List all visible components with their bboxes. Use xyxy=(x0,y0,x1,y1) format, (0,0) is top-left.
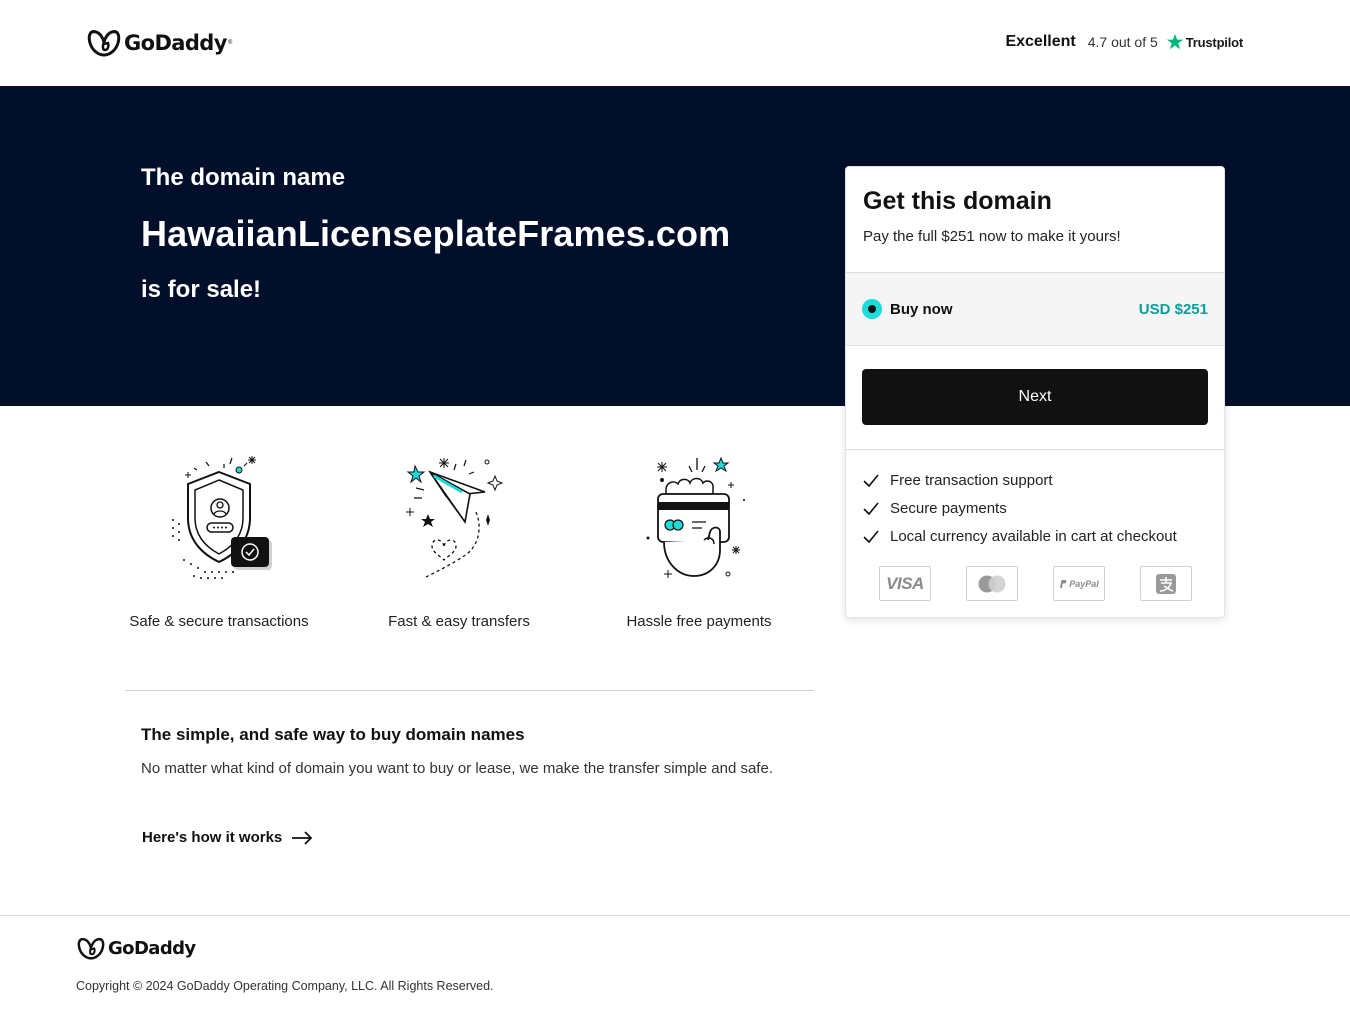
rating-word: Excellent xyxy=(1005,33,1076,50)
alipay-icon xyxy=(1140,566,1192,601)
feature-text: Free transaction support xyxy=(890,472,1053,489)
how-it-works-label: Here's how it works xyxy=(142,829,283,846)
purchase-card: Get this domain Pay the full $251 now to… xyxy=(845,166,1225,618)
paper-plane-icon xyxy=(406,458,504,579)
check-icon xyxy=(863,501,879,515)
payment-methods: VISA PayPal xyxy=(879,566,1192,601)
arrow-right-icon xyxy=(292,830,313,845)
feature-hassle-free: Hassle free payments xyxy=(599,450,799,630)
domain-name-heading: HawaiianLicenseplateFrames.com xyxy=(141,213,731,254)
feature-item: Local currency available in cart at chec… xyxy=(863,528,1177,545)
copyright-text: Copyright © 2024 GoDaddy Operating Compa… xyxy=(76,979,494,993)
feature-safe-secure: Safe & secure transactions xyxy=(119,450,319,630)
section-divider xyxy=(125,690,814,691)
top-bar: GoDaddy ® Excellent 4.7 out of 5 Trustpil… xyxy=(0,0,1350,86)
rating-score: 4.7 out of 5 xyxy=(1087,34,1158,50)
footer-godaddy-logo[interactable]: GoDaddy xyxy=(77,936,196,961)
godaddy-logo-icon xyxy=(77,937,105,960)
card-subtitle: Pay the full $251 now to make it yours! xyxy=(863,228,1121,245)
trustpilot-rating[interactable]: Excellent 4.7 out of 5 Trustpilot xyxy=(1005,33,1243,51)
feature-text: Secure payments xyxy=(890,500,1007,517)
feature-fast-easy: Fast & easy transfers xyxy=(359,450,559,630)
feature-text: Local currency available in cart at chec… xyxy=(890,528,1177,545)
paypal-icon: PayPal xyxy=(1053,566,1105,601)
godaddy-logo[interactable]: GoDaddy ® xyxy=(87,28,232,58)
feature-label: Safe & secure transactions xyxy=(129,613,309,630)
godaddy-logo-icon xyxy=(87,30,121,57)
shield-icon xyxy=(172,456,272,579)
next-button[interactable]: Next xyxy=(862,369,1208,425)
feature-item: Secure payments xyxy=(863,500,1007,517)
buy-now-label: Buy now xyxy=(890,301,953,318)
check-icon xyxy=(863,473,879,487)
feature-item: Free transaction support xyxy=(863,472,1053,489)
how-it-works-link[interactable]: Here's how it works xyxy=(142,829,313,846)
buy-now-radio[interactable] xyxy=(862,299,882,319)
card-title: Get this domain xyxy=(863,187,1052,215)
card-divider xyxy=(846,449,1224,450)
feature-label: Hassle free payments xyxy=(626,613,772,630)
buy-now-option[interactable]: Buy now USD $251 xyxy=(846,272,1224,346)
info-body: No matter what kind of domain you want t… xyxy=(141,760,773,777)
trustpilot-star-icon xyxy=(1166,33,1183,50)
visa-icon: VISA xyxy=(879,566,931,601)
mastercard-icon xyxy=(966,566,1018,601)
buy-now-price: USD $251 xyxy=(1138,301,1208,318)
hero-intro: The domain name xyxy=(141,164,346,191)
info-title: The simple, and safe way to buy domain n… xyxy=(141,725,525,744)
card-hand-icon xyxy=(646,456,745,578)
trustpilot-brand: Trustpilot xyxy=(1185,34,1243,50)
feature-label: Fast & easy transfers xyxy=(388,613,530,630)
footer: GoDaddy Copyright © 2024 GoDaddy Operati… xyxy=(0,915,1350,1021)
logo-wordmark: GoDaddy xyxy=(124,31,227,55)
logo-wordmark: GoDaddy xyxy=(108,938,196,959)
check-icon xyxy=(863,529,879,543)
hero-for-sale: is for sale! xyxy=(141,276,262,303)
